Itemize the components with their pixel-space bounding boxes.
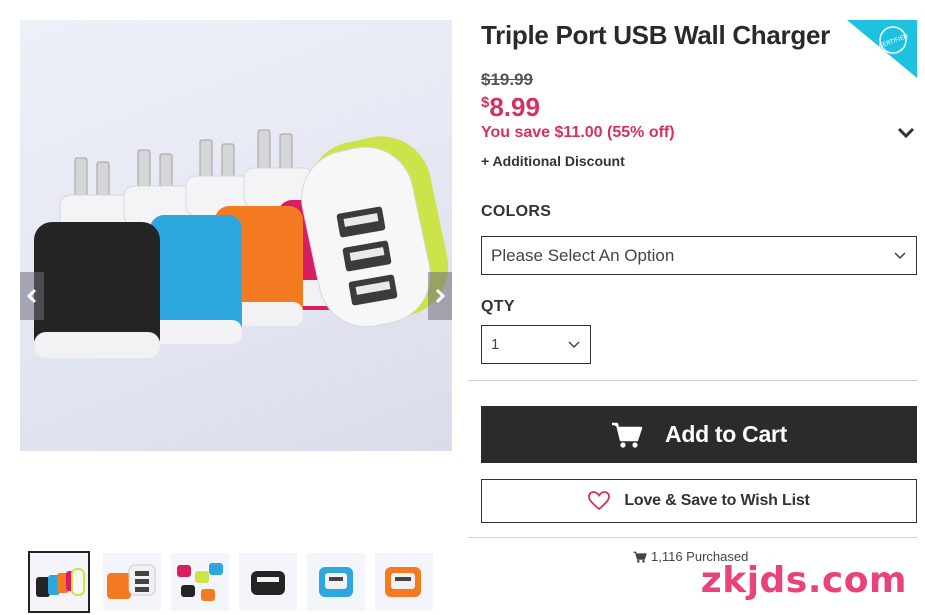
thumbnail-image [177,563,223,601]
thumbnail-image [251,571,285,595]
qty-select[interactable]: 1 [481,325,591,364]
price-currency: $ [481,94,490,111]
thumbnail-image [107,564,156,599]
original-price: $19.99 [481,70,533,89]
thumbnail-1[interactable] [28,551,90,613]
thumbnail-image [36,568,85,597]
wishlist-button[interactable]: Love & Save to Wish List [481,479,917,523]
qty-select-value: 1 [491,336,500,353]
thumbnail-image [385,567,421,597]
qty-label: QTY [481,298,515,315]
additional-discount-link[interactable]: + Additional Discount [481,153,625,169]
thumbnail-5[interactable] [307,553,365,611]
main-product-image [20,20,452,451]
savings-text: You save $11.00 (55% off) [481,124,675,141]
cart-icon [633,551,647,563]
divider [468,380,917,381]
watermark: zkjds.com [700,560,907,601]
divider [468,537,917,538]
chevron-left-icon [26,288,37,304]
thumbnail-2[interactable] [103,553,161,611]
chevron-down-icon [568,340,580,348]
heart-icon [588,491,611,511]
wishlist-label: Love & Save to Wish List [624,492,810,509]
chevron-down-icon [894,251,906,259]
price-amount: 8.99 [489,92,540,122]
product-title: Triple Port USB Wall Charger [481,20,830,50]
colors-select-value: Please Select An Option [491,245,675,265]
thumbnail-4[interactable] [239,553,297,611]
cart-icon [612,422,643,448]
thumbnail-image [319,567,353,597]
gallery-next-button[interactable] [428,272,452,320]
add-to-cart-label: Add to Cart [665,421,787,447]
gallery-prev-button[interactable] [20,272,44,320]
add-to-cart-button[interactable]: Add to Cart [481,406,917,463]
chevron-right-icon [435,288,446,304]
thumbnail-3[interactable] [171,553,229,611]
colors-select[interactable]: Please Select An Option [481,236,917,275]
thumbnail-6[interactable] [375,553,433,611]
chevron-down-icon[interactable] [897,126,915,140]
sale-price: $8.99 [481,92,540,123]
colors-label: COLORS [481,203,552,220]
certified-badge: CERTIFIED [847,20,917,78]
usb-chargers-illustration [34,129,449,358]
